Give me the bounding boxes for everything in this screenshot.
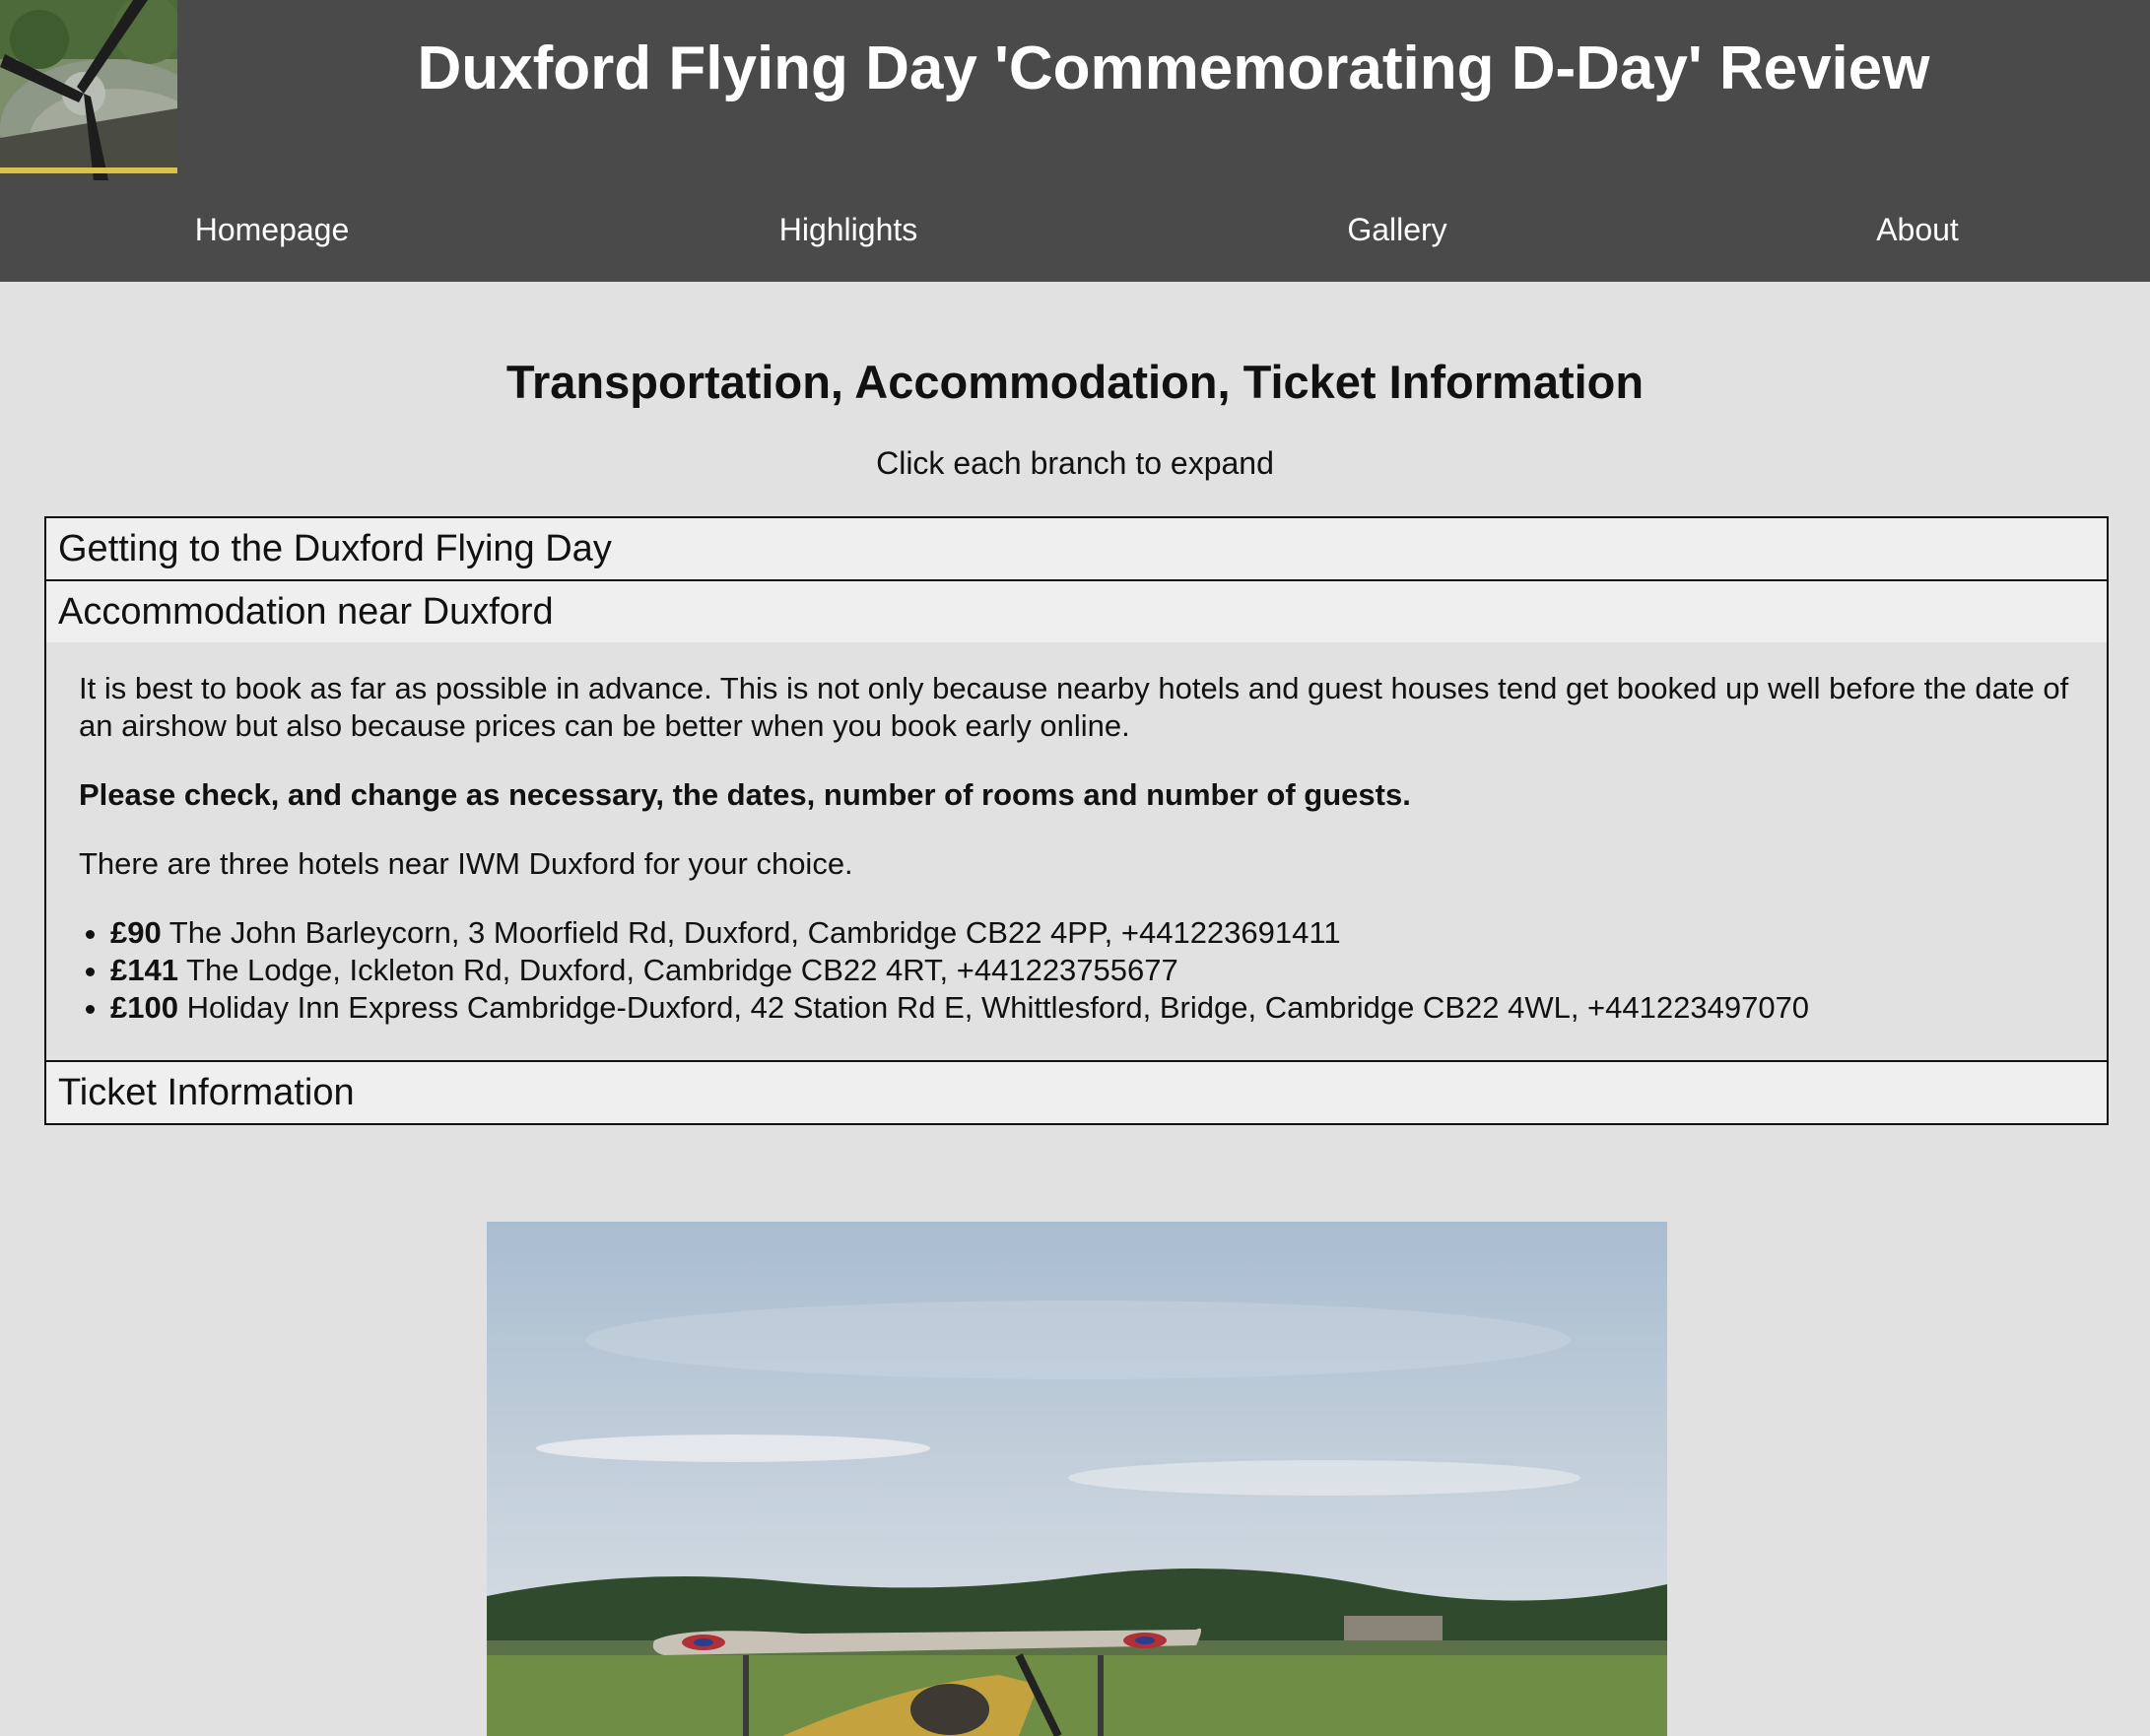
main-navigation: Homepage Highlights Gallery About [0, 180, 2150, 282]
accordion-header-getting-there[interactable]: Getting to the Duxford Flying Day [46, 518, 2107, 579]
site-header: Duxford Flying Day 'Commemorating D-Day'… [0, 0, 2150, 282]
hotel-price: £141 [110, 953, 178, 987]
tiger-moth-biplane-icon [487, 1222, 1667, 1736]
accommodation-lead: There are three hotels near IWM Duxford … [79, 846, 853, 881]
spitfire-propeller-icon [0, 0, 177, 180]
site-title: Duxford Flying Day 'Commemorating D-Day'… [417, 34, 1930, 102]
logo-image [0, 0, 177, 180]
hotel-details: The Lodge, Ickleton Rd, Duxford, Cambrid… [186, 953, 1178, 987]
hotel-list-item: £90 The John Barleycorn, 3 Moorfield Rd,… [110, 914, 2074, 952]
biplane-photo [487, 1222, 1667, 1736]
hotel-list-item: £100 Holiday Inn Express Cambridge-Duxfo… [110, 989, 2074, 1027]
hotel-price: £100 [110, 990, 178, 1025]
accommodation-intro: It is best to book as far as possible in… [79, 671, 2069, 743]
hotel-price: £90 [110, 915, 162, 950]
nav-link-gallery[interactable]: Gallery [1347, 212, 1446, 248]
accommodation-notice: Please check, and change as necessary, t… [79, 777, 1411, 812]
accordion-panel-accommodation: It is best to book as far as possible in… [46, 642, 2107, 1060]
info-accordion: Getting to the Duxford Flying Day Accomm… [44, 516, 2109, 1125]
hotel-details: Holiday Inn Express Cambridge-Duxford, 4… [186, 990, 1810, 1025]
hotel-list-item: £141 The Lodge, Ickleton Rd, Duxford, Ca… [110, 952, 2074, 989]
nav-link-about[interactable]: About [1876, 212, 1959, 248]
expand-instruction: Click each branch to expand [876, 445, 1274, 481]
page-title: Transportation, Accommodation, Ticket In… [505, 356, 1645, 408]
hotel-list: £90 The John Barleycorn, 3 Moorfield Rd,… [79, 914, 2074, 1027]
accordion-header-tickets[interactable]: Ticket Information [46, 1062, 2107, 1123]
nav-link-highlights[interactable]: Highlights [779, 212, 918, 248]
hotel-details: The John Barleycorn, 3 Moorfield Rd, Dux… [168, 915, 1341, 950]
accordion-header-accommodation[interactable]: Accommodation near Duxford [46, 581, 2107, 642]
nav-link-homepage[interactable]: Homepage [195, 212, 350, 248]
